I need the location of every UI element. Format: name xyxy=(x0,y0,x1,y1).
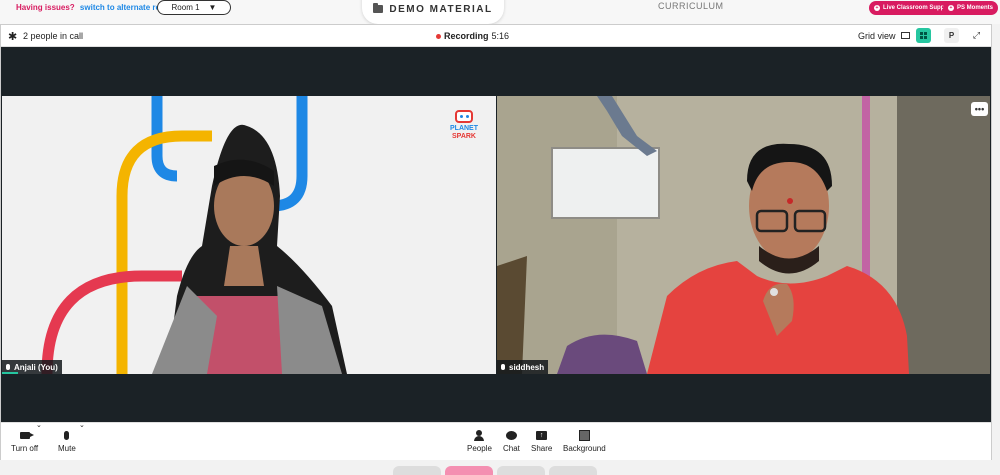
planet-spark-logo: PLANET SPARK xyxy=(446,110,482,141)
sidebar-layout-icon xyxy=(901,32,910,39)
live-support-label: Live Classroom Support xyxy=(883,5,953,11)
plus-icon: + xyxy=(948,5,954,11)
people-button[interactable]: People xyxy=(467,429,492,453)
demo-material-label: DEMO MATERIAL xyxy=(389,3,493,15)
underlay-tab xyxy=(445,466,493,475)
participant-name-tag: siddhesh xyxy=(497,360,549,374)
background-button[interactable]: Background xyxy=(563,429,606,453)
background-label: Background xyxy=(563,444,606,453)
participant-name: Anjali (You) xyxy=(14,362,58,372)
share-label: Share xyxy=(531,444,553,453)
mic-icon xyxy=(501,364,505,370)
recording-dot-icon xyxy=(436,33,441,39)
plus-icon: + xyxy=(874,5,880,11)
mic-icon xyxy=(6,364,10,370)
issues-question: Having issues? xyxy=(16,3,75,12)
mute-button[interactable]: Mute xyxy=(58,429,76,453)
people-icon xyxy=(474,429,485,441)
sidebar-view-button[interactable] xyxy=(898,28,913,43)
people-label: People xyxy=(467,444,492,453)
grid-view-label: Grid view xyxy=(858,31,896,41)
turn-off-camera-button[interactable]: Turn off xyxy=(11,429,38,453)
caret-down-icon: ▼ xyxy=(208,3,217,12)
logo-line1: PLANET xyxy=(450,125,478,132)
anjali-video-feed xyxy=(2,96,496,374)
ps-moments-label: PS Moments xyxy=(957,5,994,11)
recording-label: Recording xyxy=(444,31,489,41)
chat-label: Chat xyxy=(503,444,520,453)
camera-options-chevron-icon[interactable]: ⌄ xyxy=(36,421,42,429)
siddhesh-video-feed xyxy=(497,96,990,374)
video-tile-siddhesh[interactable]: ••• siddhesh xyxy=(497,96,990,374)
underlay-tab xyxy=(549,466,597,475)
issues-notice: Having issues? switch to alternate room xyxy=(16,3,172,12)
expand-icon: ⤢ xyxy=(972,30,981,40)
folder-icon xyxy=(373,3,384,13)
underlay-tab xyxy=(497,466,545,475)
speaking-indicator xyxy=(2,372,18,374)
demo-material-tab[interactable]: DEMO MATERIAL xyxy=(362,0,504,24)
presenter-button[interactable]: P xyxy=(944,28,959,43)
chat-icon xyxy=(505,430,517,440)
share-button[interactable]: ↑ Share xyxy=(531,429,552,453)
video-tile-anjali[interactable]: PLANET SPARK Anjali (You) xyxy=(2,96,496,374)
turn-off-label: Turn off xyxy=(11,444,39,453)
people-count: 2 people in call xyxy=(23,31,84,41)
curriculum-tab[interactable]: CURRICULUM xyxy=(658,1,724,11)
gear-icon[interactable]: ✱ xyxy=(8,30,17,43)
grid-view-button[interactable] xyxy=(916,28,931,43)
mute-label: Mute xyxy=(58,444,76,453)
more-options-button[interactable]: ••• xyxy=(971,102,988,116)
robot-logo-icon xyxy=(455,110,473,123)
call-header: ✱ 2 people in call Recording 5:16 Grid v… xyxy=(1,25,991,47)
underlay-tab xyxy=(393,466,441,475)
call-toolbar: Turn off ⌄ Mute ⌄ People Chat ↑ Share Ba… xyxy=(1,422,991,460)
ps-moments-button[interactable]: + PS Moments xyxy=(943,1,999,15)
grid-layout-icon xyxy=(920,32,927,39)
chat-button[interactable]: Chat xyxy=(503,429,520,453)
fullscreen-button[interactable]: ⤢ xyxy=(969,28,984,43)
share-screen-icon: ↑ xyxy=(536,430,548,440)
room-select-value: Room 1 xyxy=(171,3,200,12)
recording-time: 5:16 xyxy=(491,31,510,41)
microphone-icon xyxy=(64,430,70,440)
mic-options-chevron-icon[interactable]: ⌄ xyxy=(79,421,85,429)
logo-line2: SPARK xyxy=(452,133,476,140)
page: Having issues? switch to alternate room … xyxy=(0,0,1000,475)
background-icon xyxy=(578,429,590,441)
top-bar: Having issues? switch to alternate room … xyxy=(0,0,1000,24)
recording-indicator: Recording 5:16 xyxy=(436,31,509,41)
camera-icon xyxy=(19,431,34,439)
video-call-frame: ✱ 2 people in call Recording 5:16 Grid v… xyxy=(0,24,992,460)
participant-name: siddhesh xyxy=(509,362,545,372)
room-select[interactable]: Room 1 ▼ xyxy=(157,0,231,15)
